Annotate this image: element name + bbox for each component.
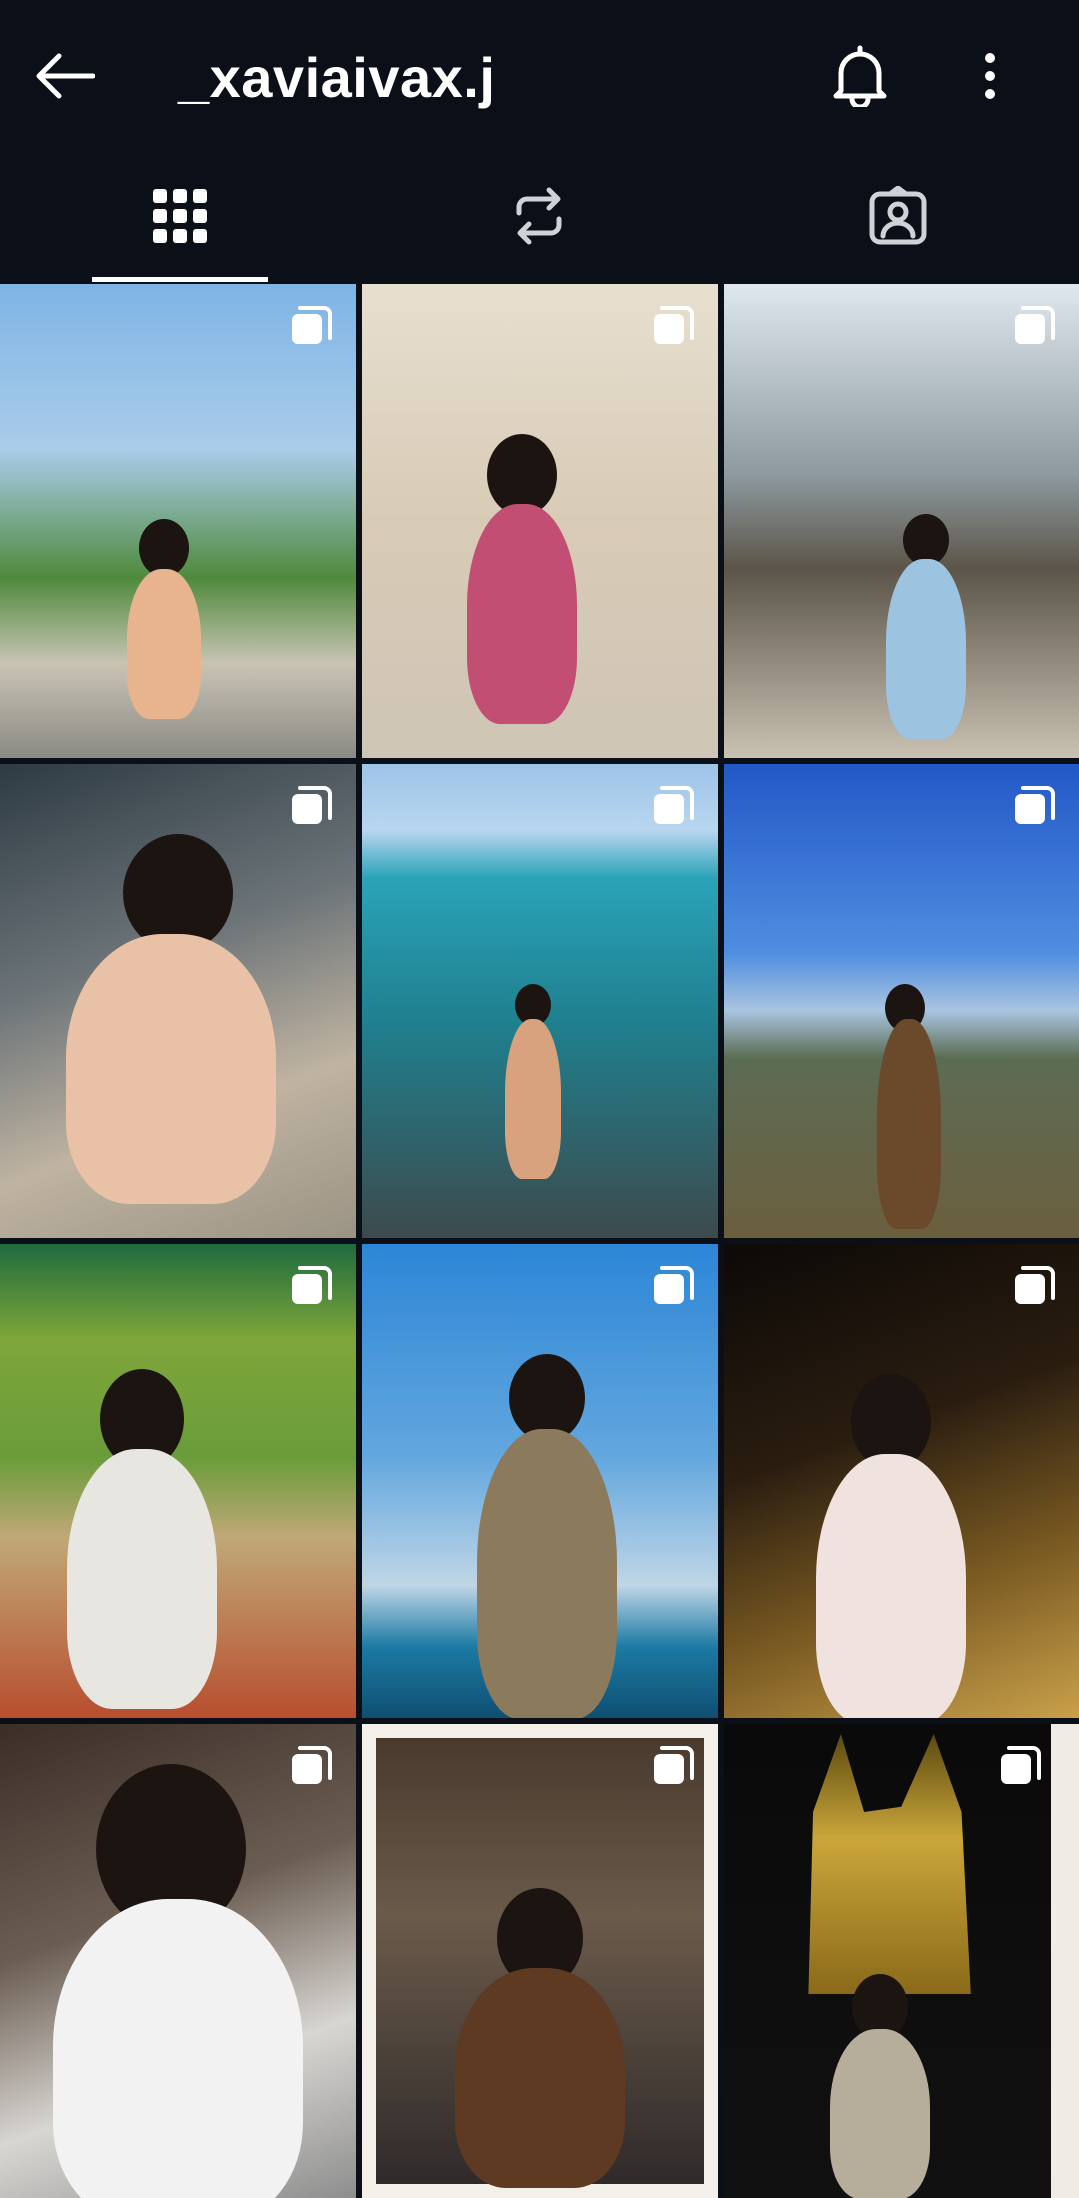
tab-tagged[interactable] bbox=[718, 150, 1077, 282]
repost-icon bbox=[516, 187, 561, 245]
carousel-icon bbox=[654, 786, 694, 824]
carousel-icon bbox=[292, 786, 332, 824]
person-figure-body bbox=[455, 1968, 625, 2188]
tagged-user-icon bbox=[869, 186, 926, 245]
profile-username: _xaviaivax.j bbox=[178, 46, 496, 109]
notifications-button[interactable] bbox=[822, 38, 898, 114]
post-thumbnail-2[interactable] bbox=[362, 284, 718, 758]
carousel-icon bbox=[1015, 786, 1055, 824]
post-thumbnail-6[interactable] bbox=[724, 764, 1079, 1238]
carousel-icon bbox=[654, 1746, 694, 1784]
tab-reposts[interactable] bbox=[359, 150, 718, 282]
grid-icon bbox=[152, 189, 207, 243]
post-thumbnail-7[interactable] bbox=[0, 1244, 356, 1718]
more-vertical-icon bbox=[985, 53, 995, 99]
tab-posts-grid[interactable] bbox=[0, 150, 359, 282]
arrow-left-icon bbox=[36, 53, 95, 99]
person-figure-body bbox=[67, 1449, 218, 1709]
person-figure-body bbox=[876, 1019, 941, 1229]
person-figure-body bbox=[830, 2029, 931, 2198]
post-thumbnail-12[interactable] bbox=[724, 1724, 1079, 2198]
carousel-icon bbox=[292, 1746, 332, 1784]
post-thumbnail-4[interactable] bbox=[0, 764, 356, 1238]
person-figure-body bbox=[126, 569, 201, 719]
carousel-icon bbox=[1015, 306, 1055, 344]
post-thumbnail-8[interactable] bbox=[362, 1244, 718, 1718]
carousel-icon bbox=[1015, 1266, 1055, 1304]
top-app-bar: _xaviaivax.j bbox=[0, 0, 1079, 150]
more-options-button[interactable] bbox=[960, 38, 1020, 114]
back-button[interactable] bbox=[28, 40, 100, 112]
photo-frame bbox=[376, 1738, 704, 2188]
post-thumbnail-10[interactable] bbox=[0, 1724, 356, 2198]
carousel-icon bbox=[292, 1266, 332, 1304]
posts-grid bbox=[0, 284, 1079, 2198]
profile-tabs bbox=[0, 150, 1079, 282]
person-figure-body bbox=[65, 934, 276, 1204]
post-thumbnail-9[interactable] bbox=[724, 1244, 1079, 1718]
person-figure-body bbox=[53, 1899, 303, 2198]
illuminated-building bbox=[808, 1734, 971, 1994]
post-thumbnail-3[interactable] bbox=[724, 284, 1079, 758]
carousel-icon bbox=[292, 306, 332, 344]
post-thumbnail-5[interactable] bbox=[362, 764, 718, 1238]
carousel-icon bbox=[654, 1266, 694, 1304]
person-figure-body bbox=[477, 1429, 618, 1718]
next-post-edge bbox=[1051, 1724, 1079, 2198]
post-thumbnail-1[interactable] bbox=[0, 284, 356, 758]
carousel-icon bbox=[654, 306, 694, 344]
person-figure-body bbox=[504, 1019, 561, 1179]
carousel-icon bbox=[1001, 1746, 1041, 1784]
post-thumbnail-11[interactable] bbox=[362, 1724, 718, 2198]
person-figure-body bbox=[467, 504, 578, 724]
bell-icon bbox=[833, 45, 887, 107]
person-figure-body bbox=[886, 559, 967, 739]
selected-tab-indicator bbox=[92, 277, 268, 282]
person-figure-body bbox=[815, 1454, 966, 1718]
